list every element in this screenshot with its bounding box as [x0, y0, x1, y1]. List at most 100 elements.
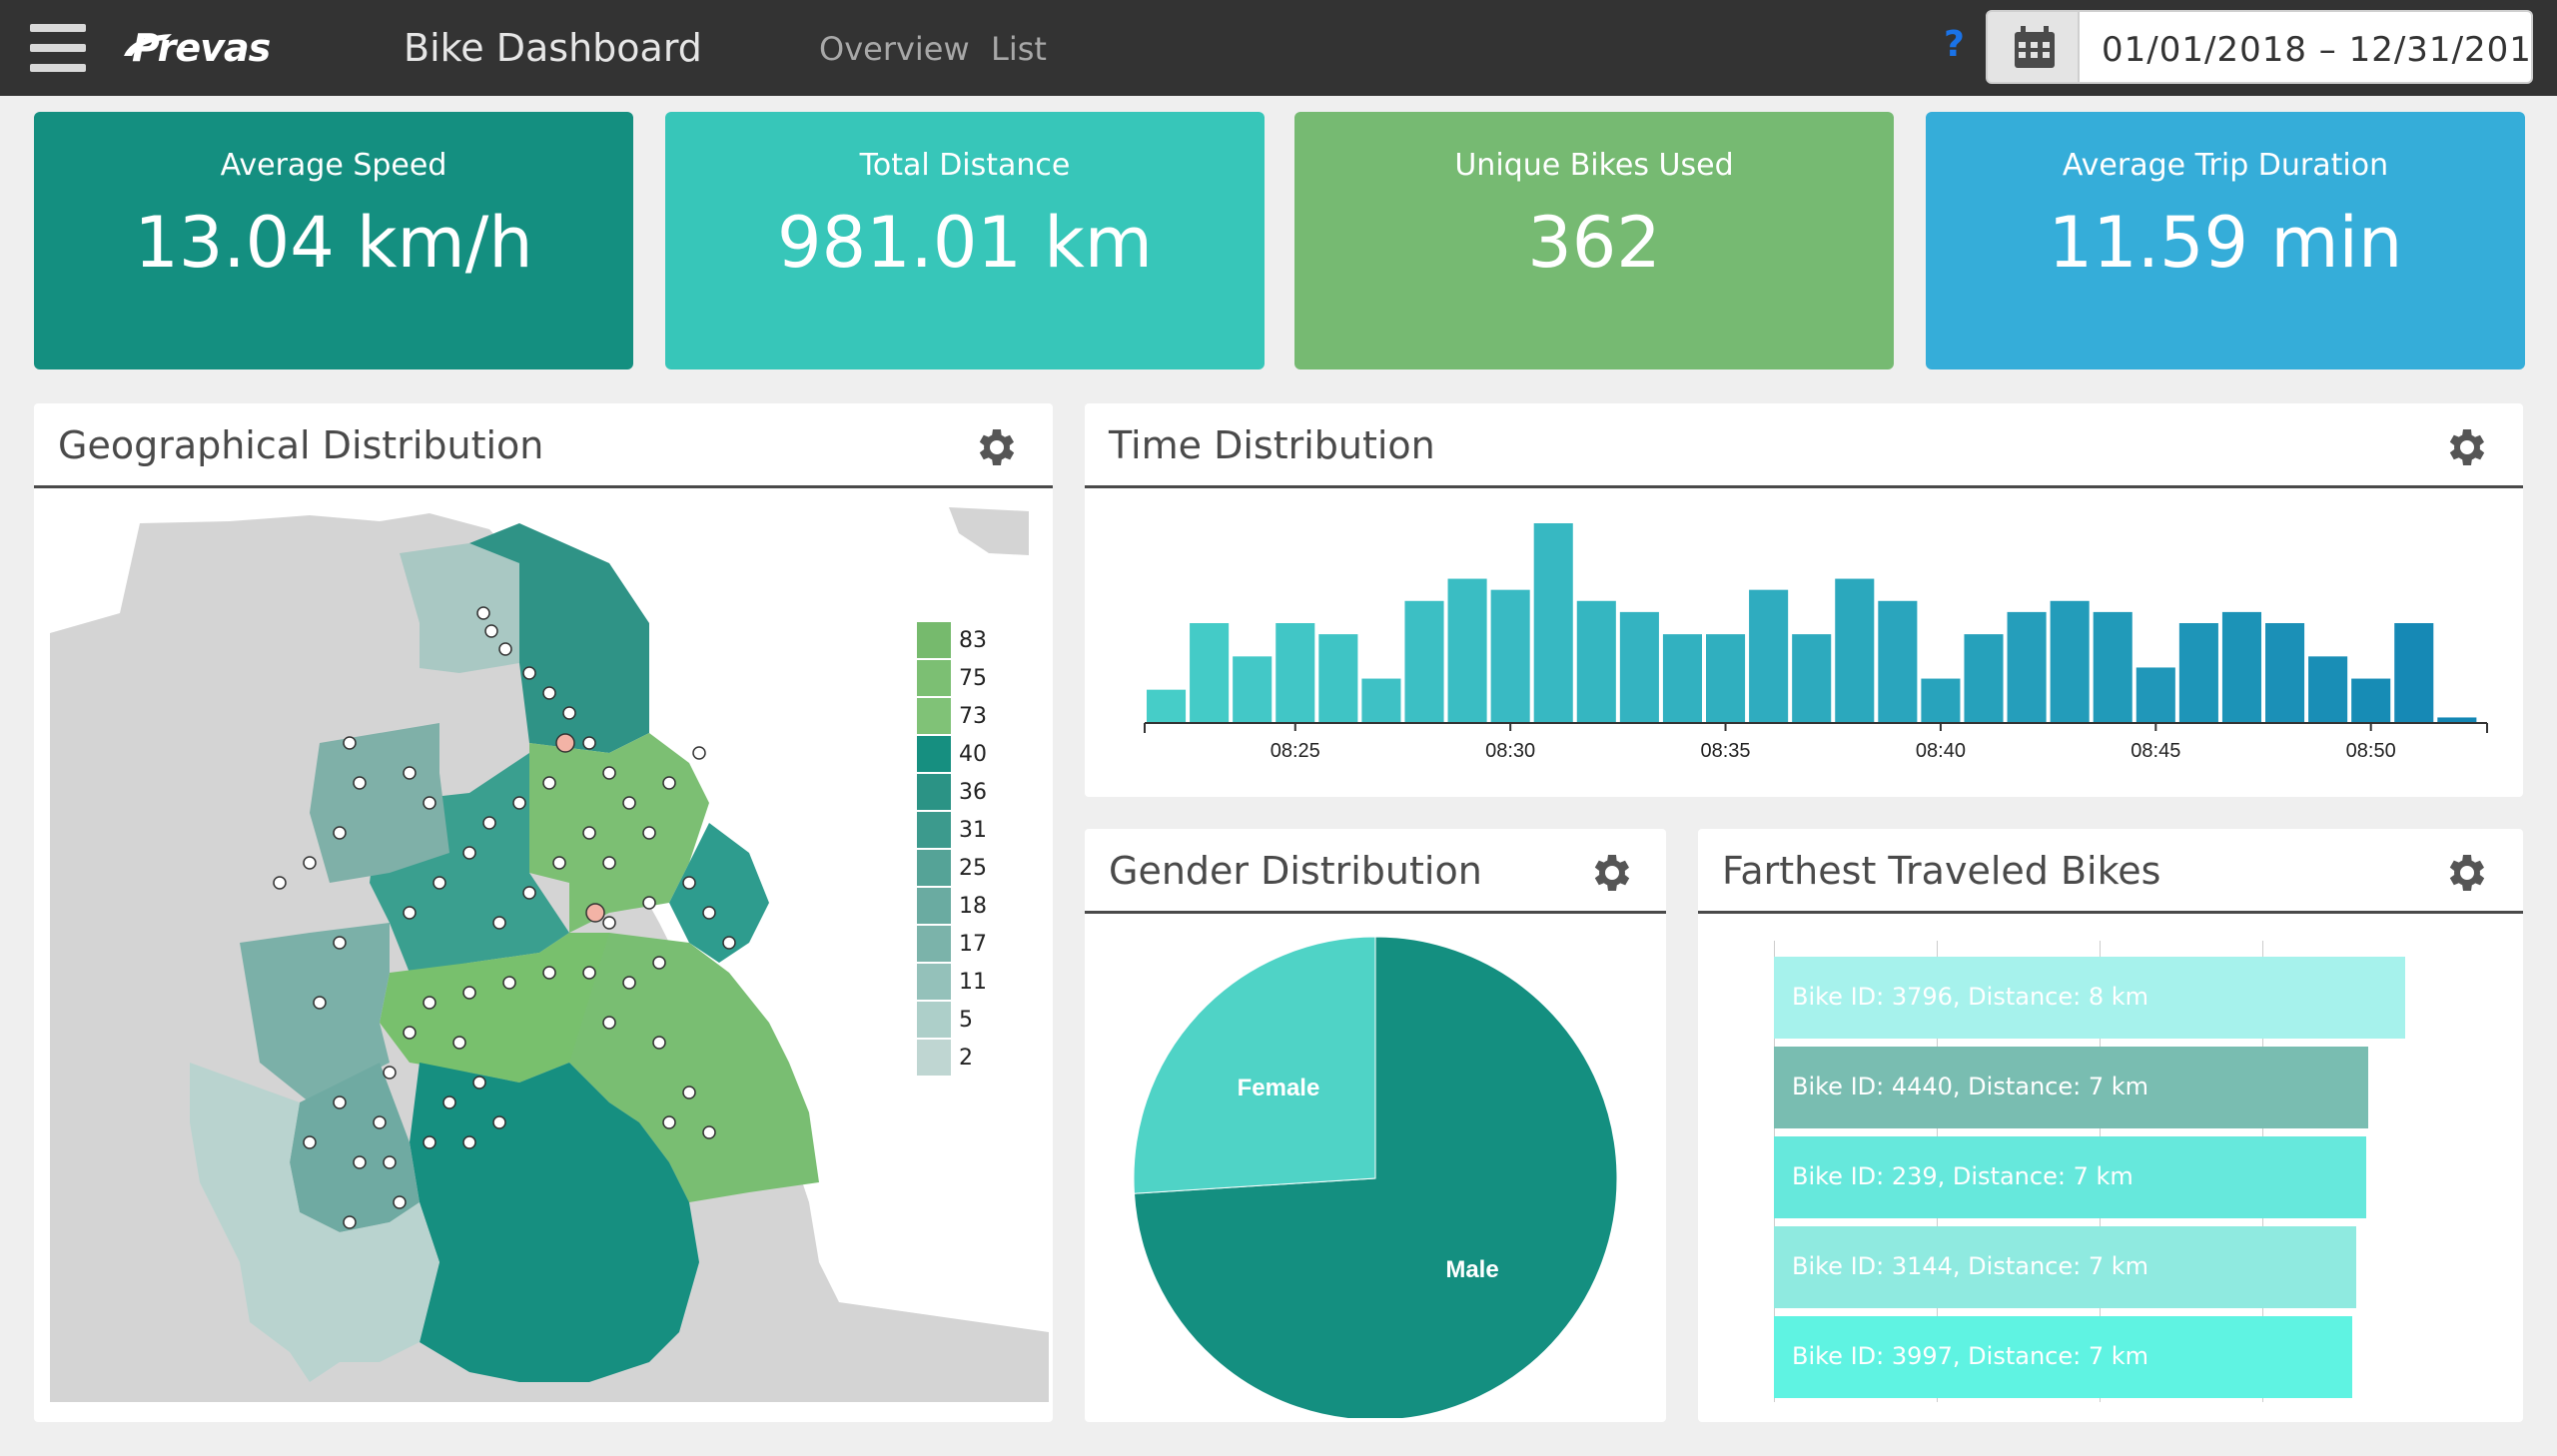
histogram-bar[interactable]: [1878, 600, 1918, 723]
kpi-value: 981.01 km: [777, 202, 1153, 284]
histogram-bar[interactable]: [2135, 667, 2175, 723]
histogram-bar[interactable]: [1921, 678, 1961, 723]
kpi-unique-bikes: Unique Bikes Used 362: [1294, 112, 1894, 369]
histogram-bar[interactable]: [1490, 589, 1530, 723]
top-bar: Prevas Bike Dashboard Overview List ? 01…: [0, 0, 2557, 96]
histogram-bar[interactable]: [2178, 623, 2218, 723]
legend-value: 73: [959, 703, 987, 729]
legend-value: 31: [959, 817, 987, 843]
geo-panel: Geographical Distribution 83 75 73 40 36…: [34, 403, 1053, 1422]
x-tick-label: 08:40: [1916, 740, 1966, 762]
pie-slice-female[interactable]: [1133, 936, 1376, 1194]
bar-row[interactable]: Bike ID: 3997, Distance: 7 km: [1774, 1316, 2352, 1398]
bar-row[interactable]: Bike ID: 4440, Distance: 7 km: [1774, 1047, 2368, 1128]
legend-item: 17: [917, 925, 987, 963]
histogram-bar[interactable]: [1533, 523, 1573, 723]
histogram-bar[interactable]: [1706, 634, 1746, 723]
legend-item: 5: [917, 1001, 987, 1039]
legend-item: 73: [917, 697, 987, 735]
kpi-label: Average Speed: [220, 148, 447, 183]
histogram-bar[interactable]: [2050, 600, 2090, 723]
kpi-label: Total Distance: [859, 148, 1071, 183]
panel-title: Farthest Traveled Bikes: [1722, 849, 2161, 893]
bar-label: Bike ID: 4440, Distance: 7 km: [1792, 1073, 2149, 1100]
panel-title: Geographical Distribution: [58, 423, 544, 467]
kpi-value: 13.04 km/h: [134, 202, 533, 284]
histogram-bar[interactable]: [1749, 589, 1789, 723]
help-icon[interactable]: ?: [1944, 24, 1965, 65]
gender-pie[interactable]: Male Female: [1085, 919, 1666, 1418]
farthest-bar-chart[interactable]: Bike ID: 3796, Distance: 8 km Bike ID: 4…: [1774, 941, 2493, 1402]
panel-title: Gender Distribution: [1109, 849, 1482, 893]
histogram-bar[interactable]: [2394, 623, 2434, 723]
x-tick-label: 08:35: [1701, 740, 1751, 762]
histogram-bar[interactable]: [2007, 611, 2047, 723]
histogram-bar[interactable]: [1361, 678, 1401, 723]
kpi-label: Unique Bikes Used: [1454, 148, 1734, 183]
nav-overview[interactable]: Overview: [819, 30, 970, 68]
gear-icon[interactable]: [1586, 849, 1634, 897]
histogram-bar[interactable]: [2351, 678, 2391, 723]
date-range-input[interactable]: 01/01/2018 – 12/31/201: [2080, 10, 2533, 84]
farthest-panel: Farthest Traveled Bikes Bike ID: 3796, D…: [1698, 829, 2523, 1422]
nav-list[interactable]: List: [991, 30, 1047, 68]
x-tick-label: 08:50: [2346, 740, 2396, 762]
histogram-bar[interactable]: [1190, 623, 1230, 723]
histogram-bar[interactable]: [1233, 656, 1273, 723]
kpi-average-speed: Average Speed 13.04 km/h: [34, 112, 633, 369]
bar-label: Bike ID: 3796, Distance: 8 km: [1792, 983, 2149, 1011]
time-histogram[interactable]: 08:25 08:30 08:35 08:40 08:45 08:50: [1085, 503, 2523, 793]
kpi-total-distance: Total Distance 981.01 km: [665, 112, 1265, 369]
sf-map[interactable]: [50, 503, 1049, 1402]
legend-value: 36: [959, 779, 987, 805]
histogram-bar[interactable]: [1447, 578, 1487, 723]
gear-icon[interactable]: [2441, 423, 2489, 471]
legend-item: 18: [917, 887, 987, 925]
histogram-bar[interactable]: [1576, 600, 1616, 723]
legend-value: 75: [959, 665, 987, 691]
legend-item: 83: [917, 621, 987, 659]
histogram-bar[interactable]: [1964, 634, 2004, 723]
legend-value: 5: [959, 1007, 973, 1033]
panel-divider: [34, 485, 1053, 488]
histogram-bar[interactable]: [1404, 600, 1444, 723]
x-tick-label: 08:25: [1271, 740, 1320, 762]
histogram-bar[interactable]: [2265, 623, 2305, 723]
gear-icon[interactable]: [971, 423, 1019, 471]
kpi-average-trip-duration: Average Trip Duration 11.59 min: [1926, 112, 2525, 369]
legend-value: 2: [959, 1045, 973, 1071]
histogram-bar[interactable]: [1318, 634, 1358, 723]
legend-item: 40: [917, 735, 987, 773]
histogram-bar[interactable]: [1662, 634, 1702, 723]
bar-row[interactable]: Bike ID: 3144, Distance: 7 km: [1774, 1226, 2356, 1308]
histogram-bar[interactable]: [1276, 623, 1315, 723]
gear-icon[interactable]: [2441, 849, 2489, 897]
bar-row[interactable]: Bike ID: 3796, Distance: 8 km: [1774, 957, 2405, 1039]
kpi-value: 362: [1527, 202, 1661, 284]
panel-divider: [1698, 911, 2523, 914]
histogram-bar[interactable]: [2308, 656, 2348, 723]
pie-label: Male: [1445, 1256, 1498, 1283]
bar-row[interactable]: Bike ID: 239, Distance: 7 km: [1774, 1136, 2366, 1218]
histogram-bar[interactable]: [1792, 634, 1832, 723]
kpi-label: Average Trip Duration: [2062, 148, 2389, 183]
calendar-icon: [2015, 26, 2055, 68]
menu-icon[interactable]: [30, 24, 86, 72]
x-tick-label: 08:30: [1485, 740, 1535, 762]
histogram-bar[interactable]: [2093, 611, 2132, 723]
calendar-button[interactable]: [1986, 10, 2080, 84]
histogram-bar[interactable]: [2221, 611, 2261, 723]
station-highlight: [555, 733, 575, 753]
station-highlight: [585, 903, 605, 923]
kpi-value: 11.59 min: [2048, 202, 2403, 284]
histogram-bar[interactable]: [1619, 611, 1659, 723]
legend-item: 36: [917, 773, 987, 811]
panel-title: Time Distribution: [1109, 423, 1435, 467]
legend-item: 75: [917, 659, 987, 697]
panel-divider: [1085, 911, 1666, 914]
histogram-bar[interactable]: [1835, 578, 1875, 723]
legend-item: 2: [917, 1039, 987, 1077]
panel-divider: [1085, 485, 2523, 488]
histogram-bar[interactable]: [1147, 689, 1187, 723]
legend-value: 18: [959, 893, 987, 919]
